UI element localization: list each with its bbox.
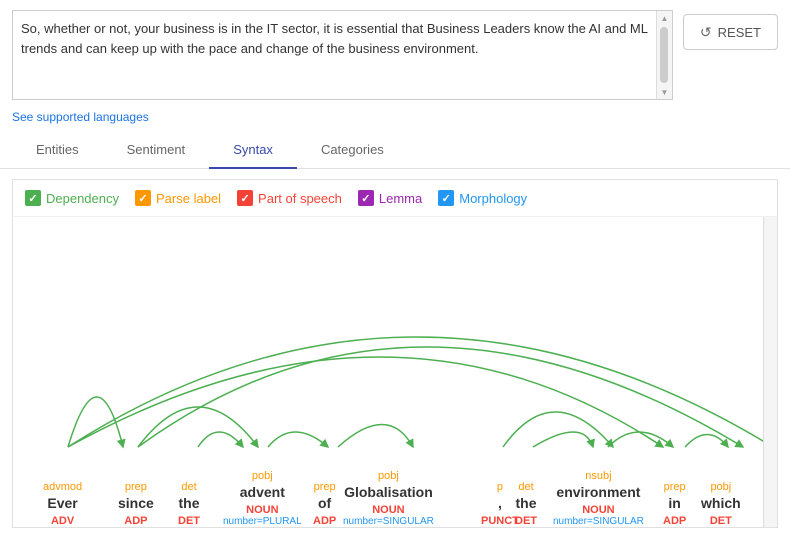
filter-lemma-label: Lemma (379, 191, 422, 206)
checkbox-parse-label[interactable]: ✓ (135, 190, 151, 206)
morph-advent: number=PLURAL (223, 516, 302, 527)
checkbox-dependency[interactable]: ✓ (25, 190, 41, 206)
dep-of: prep (314, 481, 336, 493)
token-the2: det the DET (515, 481, 537, 527)
filter-dependency[interactable]: ✓ Dependency (25, 190, 119, 206)
filter-part-of-speech[interactable]: ✓ Part of speech (237, 190, 342, 206)
token-since: prep since ADP (118, 481, 154, 527)
pos-in: ADP (663, 515, 686, 527)
checkbox-part-of-speech[interactable]: ✓ (237, 190, 253, 206)
token-comma: p , PUNCT (481, 481, 519, 527)
dep-the2: det (518, 481, 533, 493)
reset-label: RESET (718, 25, 761, 40)
tab-sentiment[interactable]: Sentiment (103, 132, 210, 169)
word-comma: , (498, 495, 502, 511)
pos-which: DET (710, 515, 732, 527)
token-of: prep of ADP (313, 481, 336, 527)
syntax-panel: ✓ Dependency ✓ Parse label ✓ Part of spe… (12, 179, 778, 528)
token-in: prep in ADP (663, 481, 686, 527)
see-languages-link[interactable]: See supported languages (0, 110, 790, 132)
pos-the2: DET (515, 515, 537, 527)
dep-which: pobj (710, 481, 731, 493)
tab-syntax[interactable]: Syntax (209, 132, 297, 169)
dep-ever: advmod (43, 481, 82, 493)
diagram-scrollbar[interactable] (763, 217, 777, 527)
token-environment: nsubj environment NOUN number=SINGULAR (553, 470, 644, 527)
pos-the1: DET (178, 515, 200, 527)
token-ever: advmod Ever ADV (43, 481, 82, 527)
filter-morphology-label: Morphology (459, 191, 527, 206)
scroll-up-arrow[interactable]: ▲ (657, 11, 672, 25)
filters-row: ✓ Dependency ✓ Parse label ✓ Part of spe… (13, 180, 777, 217)
text-area-wrapper: So, whether or not, your business is in … (12, 10, 673, 100)
word-of: of (318, 495, 331, 511)
pos-since: ADP (124, 515, 147, 527)
token-the1: det the DET (178, 481, 200, 527)
filter-parse-label-text: Parse label (156, 191, 221, 206)
pos-of: ADP (313, 515, 336, 527)
dep-since: prep (125, 481, 147, 493)
pos-environment: NOUN (582, 504, 614, 516)
checkbox-lemma[interactable]: ✓ (358, 190, 374, 206)
filter-morphology[interactable]: ✓ Morphology (438, 190, 527, 206)
filter-lemma[interactable]: ✓ Lemma (358, 190, 422, 206)
word-the1: the (179, 495, 200, 511)
checkbox-morphology[interactable]: ✓ (438, 190, 454, 206)
word-ever: Ever (47, 495, 77, 511)
tab-entities[interactable]: Entities (12, 132, 103, 169)
scrollbar[interactable]: ▲ ▼ (656, 11, 672, 99)
tabs-bar: Entities Sentiment Syntax Categories (0, 132, 790, 169)
morph-globalisation: number=SINGULAR (343, 516, 434, 527)
tab-categories[interactable]: Categories (297, 132, 408, 169)
diagram-inner: advmod Ever ADV prep since ADP det the D… (13, 217, 777, 527)
token-globalisation: pobj Globalisation NOUN number=SINGULAR (343, 470, 434, 527)
pos-advent: NOUN (246, 504, 278, 516)
token-which: pobj which DET (701, 481, 741, 527)
dep-globalisation: pobj (378, 470, 399, 482)
text-input[interactable]: So, whether or not, your business is in … (13, 11, 672, 99)
word-globalisation: Globalisation (344, 484, 433, 500)
scroll-down-arrow[interactable]: ▼ (657, 85, 672, 99)
word-advent: advent (240, 484, 285, 500)
reset-icon: ↺ (700, 24, 712, 41)
word-in: in (668, 495, 680, 511)
diagram-area[interactable]: advmod Ever ADV prep since ADP det the D… (13, 217, 777, 527)
dep-the1: det (181, 481, 196, 493)
filter-pos-label: Part of speech (258, 191, 342, 206)
filter-parse-label[interactable]: ✓ Parse label (135, 190, 221, 206)
top-section: So, whether or not, your business is in … (0, 0, 790, 110)
dep-environment: nsubj (585, 470, 611, 482)
filter-dependency-label: Dependency (46, 191, 119, 206)
word-since: since (118, 495, 154, 511)
word-environment: environment (556, 484, 640, 500)
word-the2: the (516, 495, 537, 511)
dep-comma: p (497, 481, 503, 493)
scroll-thumb[interactable] (660, 27, 668, 83)
reset-button[interactable]: ↺ RESET (683, 14, 778, 50)
pos-ever: ADV (51, 515, 74, 527)
pos-globalisation: NOUN (372, 504, 404, 516)
pos-comma: PUNCT (481, 515, 519, 527)
token-advent: pobj advent NOUN number=PLURAL (223, 470, 302, 527)
dep-advent: pobj (252, 470, 273, 482)
morph-environment: number=SINGULAR (553, 516, 644, 527)
dep-in: prep (664, 481, 686, 493)
word-which: which (701, 495, 741, 511)
